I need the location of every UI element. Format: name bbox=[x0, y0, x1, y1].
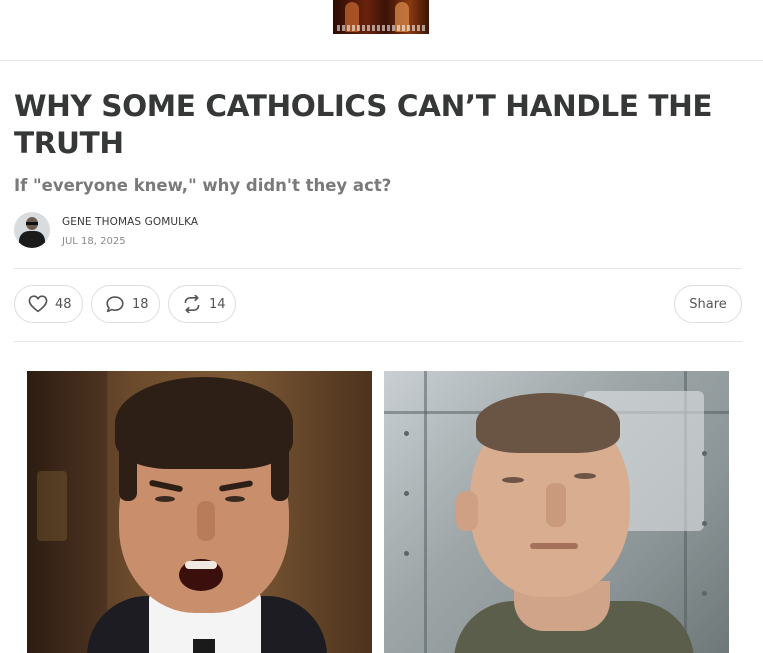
publication-logo[interactable] bbox=[333, 0, 429, 34]
comment-button[interactable]: 18 bbox=[91, 285, 160, 323]
share-button[interactable]: Share bbox=[674, 285, 742, 323]
top-bar bbox=[0, 0, 763, 61]
post-subtitle: If "everyone knew," why didn't they act? bbox=[14, 176, 392, 195]
restack-count: 14 bbox=[209, 296, 226, 312]
divider-bottom bbox=[14, 341, 742, 342]
comment-bubble-icon bbox=[105, 295, 125, 313]
restack-button[interactable]: 14 bbox=[168, 285, 236, 323]
heart-icon bbox=[28, 295, 48, 313]
like-button[interactable]: 48 bbox=[14, 285, 83, 323]
comment-count: 18 bbox=[132, 296, 149, 312]
like-count: 48 bbox=[55, 296, 72, 312]
restack-icon bbox=[182, 295, 202, 313]
author-name[interactable]: GENE THOMAS GOMULKA bbox=[62, 216, 198, 228]
author-avatar[interactable] bbox=[14, 212, 50, 248]
post-title: WHY SOME CATHOLICS CAN’T HANDLE THE TRUT… bbox=[14, 89, 713, 160]
man-shouting-photo[interactable] bbox=[27, 371, 372, 653]
post-header: WHY SOME CATHOLICS CAN’T HANDLE THE TRUT… bbox=[14, 88, 742, 197]
divider-top bbox=[14, 268, 742, 269]
post-date: JUL 18, 2025 bbox=[62, 236, 126, 247]
man-in-flight-suit-photo[interactable] bbox=[384, 371, 729, 653]
